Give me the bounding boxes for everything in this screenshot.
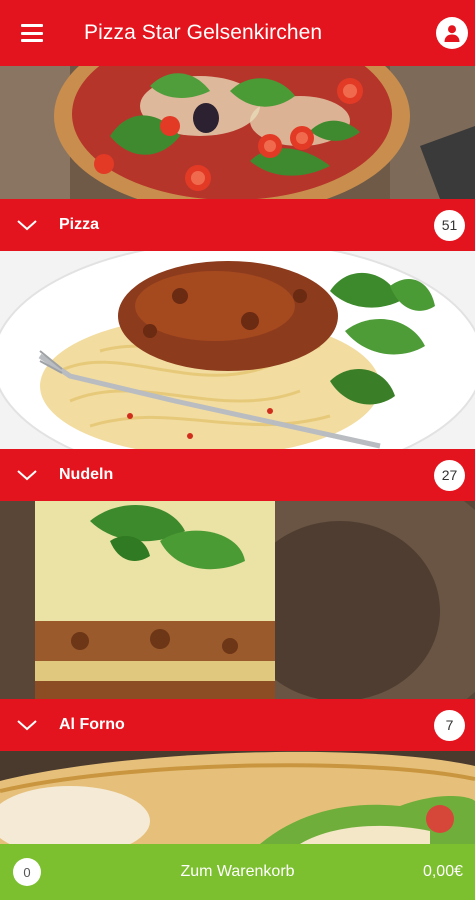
app-title: Pizza Star Gelsenkirchen — [84, 21, 323, 44]
chevron-down-icon — [17, 470, 37, 481]
category-bar-pizza[interactable]: Pizza 51 — [0, 199, 475, 251]
category-bar-nudeln[interactable]: Nudeln 27 — [0, 449, 475, 501]
baguette-category-image[interactable] — [0, 751, 475, 844]
chevron-down-icon — [17, 720, 37, 731]
category-count-badge: 7 — [434, 709, 465, 741]
cart-total: 0,00€ — [422, 863, 463, 880]
category-count-badge: 27 — [434, 459, 465, 491]
person-icon[interactable] — [436, 17, 468, 49]
hamburger-menu-icon[interactable] — [17, 21, 47, 45]
chevron-down-icon — [17, 220, 37, 231]
category-label: Al Forno — [59, 716, 125, 733]
category-count-badge: 51 — [434, 209, 465, 241]
category-label: Nudeln — [59, 466, 114, 483]
cart-bar[interactable]: 0 Zum Warenkorb 0,00€ — [0, 844, 475, 900]
go-to-cart-label[interactable]: Zum Warenkorb — [0, 863, 475, 881]
category-label: Pizza — [59, 216, 100, 233]
cart-count-badge: 0 — [13, 858, 41, 886]
category-bar-al-forno[interactable]: Al Forno 7 — [0, 699, 475, 751]
app-bar: Pizza Star Gelsenkirchen — [0, 0, 475, 66]
nudeln-category-image[interactable] — [0, 251, 475, 449]
al-forno-category-image[interactable] — [0, 501, 475, 699]
pizza-category-image[interactable] — [0, 66, 475, 199]
